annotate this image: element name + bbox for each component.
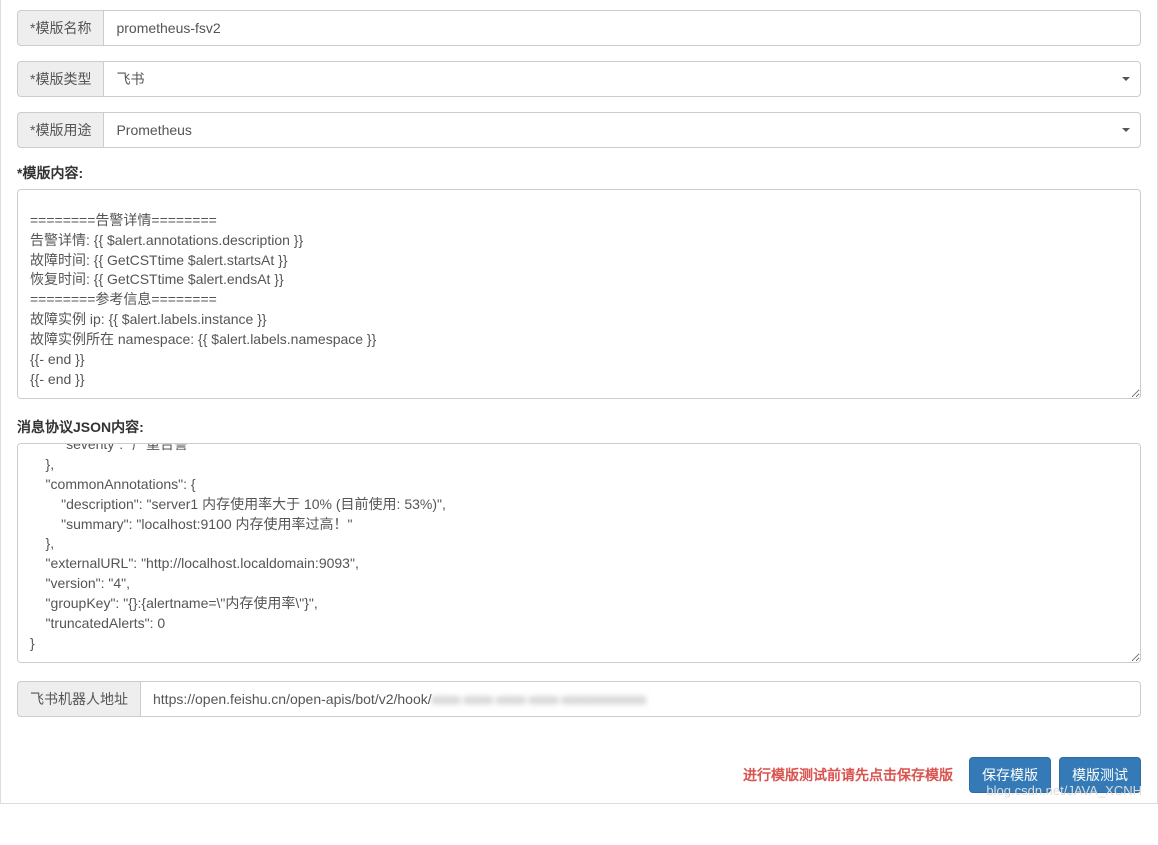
template-name-row: *模版名称 xyxy=(17,10,1141,46)
save-template-button[interactable]: 保存模版 xyxy=(969,757,1051,793)
bot-address-token: xxxx-xxxx-xxxx-xxxx-xxxxxxxxxxxx xyxy=(432,691,647,707)
template-usage-select[interactable]: Prometheus xyxy=(103,112,1141,148)
bot-address-input[interactable]: https://open.feishu.cn/open-apis/bot/v2/… xyxy=(140,681,1141,717)
template-content-label: *模版内容: xyxy=(17,163,1141,183)
template-usage-label: *模版用途 xyxy=(17,112,103,148)
template-form: *模版名称 *模版类型 飞书 *模版用途 Prometheus *模版内容: 消… xyxy=(0,0,1158,804)
json-content-label: 消息协议JSON内容: xyxy=(17,417,1141,437)
json-content-textarea[interactable] xyxy=(17,443,1141,663)
template-type-select[interactable]: 飞书 xyxy=(103,61,1141,97)
footer-actions: 进行模版测试前请先点击保存模版 保存模版 模版测试 xyxy=(17,757,1141,793)
bot-address-row: 飞书机器人地址 https://open.feishu.cn/open-apis… xyxy=(17,681,1141,717)
template-type-label: *模版类型 xyxy=(17,61,103,97)
test-template-button[interactable]: 模版测试 xyxy=(1059,757,1141,793)
template-usage-row: *模版用途 Prometheus xyxy=(17,112,1141,148)
bot-address-label: 飞书机器人地址 xyxy=(17,681,140,717)
template-content-section: *模版内容: xyxy=(17,163,1141,402)
bot-address-prefix: https://open.feishu.cn/open-apis/bot/v2/… xyxy=(153,691,432,707)
template-name-label: *模版名称 xyxy=(17,10,103,46)
save-hint-text: 进行模版测试前请先点击保存模版 xyxy=(743,765,953,785)
json-content-section: 消息协议JSON内容: xyxy=(17,417,1141,666)
template-type-row: *模版类型 飞书 xyxy=(17,61,1141,97)
template-name-input[interactable] xyxy=(103,10,1141,46)
template-content-textarea[interactable] xyxy=(17,189,1141,399)
